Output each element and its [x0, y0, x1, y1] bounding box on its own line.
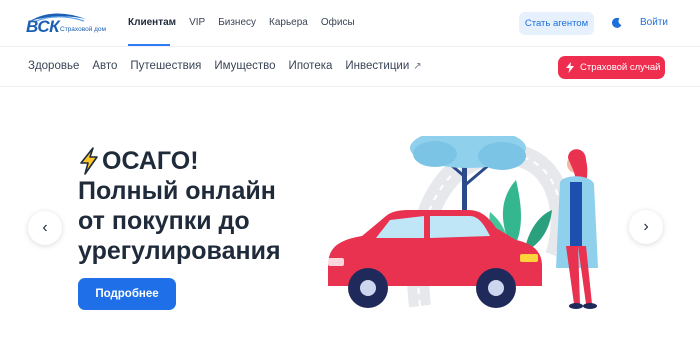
nav-clients[interactable]: Клиентам: [128, 17, 176, 28]
nav-offices[interactable]: Офисы: [321, 17, 355, 28]
top-header: ВСК Страховой дом Клиентам VIP Бизнесу К…: [0, 0, 700, 46]
subnav-health[interactable]: Здоровье: [28, 60, 79, 72]
chevron-right-icon: ›: [643, 218, 649, 235]
chevron-left-icon: ‹: [42, 219, 48, 236]
moon-icon[interactable]: [611, 17, 623, 29]
bolt-icon: [566, 62, 574, 73]
nav-career[interactable]: Карьера: [269, 17, 308, 28]
logo-text: ВСК: [26, 17, 60, 36]
logo-subtitle: Страховой дом: [60, 26, 107, 33]
carousel-prev-button[interactable]: ‹: [28, 211, 62, 245]
external-link-icon: ↗: [413, 60, 422, 72]
hero-title-line-1: ОСАГО!: [78, 146, 281, 176]
hero-title: ОСАГО! Полный онлайн от покупки до урегу…: [78, 146, 281, 266]
logo[interactable]: ВСК Страховой дом: [26, 9, 106, 37]
login-link[interactable]: Войти: [640, 17, 668, 28]
top-nav: Клиентам VIP Бизнесу Карьера Офисы: [128, 17, 368, 28]
hero-title-line-2: Полный онлайн: [78, 177, 276, 205]
subnav-divider: [0, 86, 700, 87]
subnav-property[interactable]: Имущество: [214, 60, 275, 72]
header-divider: [0, 46, 700, 47]
insurance-claim-button[interactable]: Страховой случай: [558, 56, 665, 79]
carousel-next-button[interactable]: ›: [629, 210, 663, 244]
become-agent-button[interactable]: Стать агентом: [519, 12, 594, 35]
hero-illustration: [328, 136, 598, 309]
hero-title-text-1: ОСАГО!: [102, 147, 199, 175]
nav-business[interactable]: Бизнесу: [218, 17, 256, 28]
subnav-travel[interactable]: Путешествия: [130, 60, 201, 72]
subnav-investments[interactable]: Инвестиции: [345, 60, 409, 72]
subnav-mortgage[interactable]: Ипотека: [289, 60, 333, 72]
nav-vip[interactable]: VIP: [189, 17, 205, 28]
claim-button-label: Страховой случай: [580, 62, 661, 73]
hero-title-line-3: от покупки до: [78, 207, 250, 235]
lightning-icon: [80, 147, 98, 175]
subnav-auto[interactable]: Авто: [92, 60, 117, 72]
more-details-button[interactable]: Подробнее: [78, 278, 176, 310]
hero-title-line-4: урегулирования: [78, 237, 281, 265]
product-nav: Здоровье Авто Путешествия Имущество Ипот…: [28, 60, 422, 72]
